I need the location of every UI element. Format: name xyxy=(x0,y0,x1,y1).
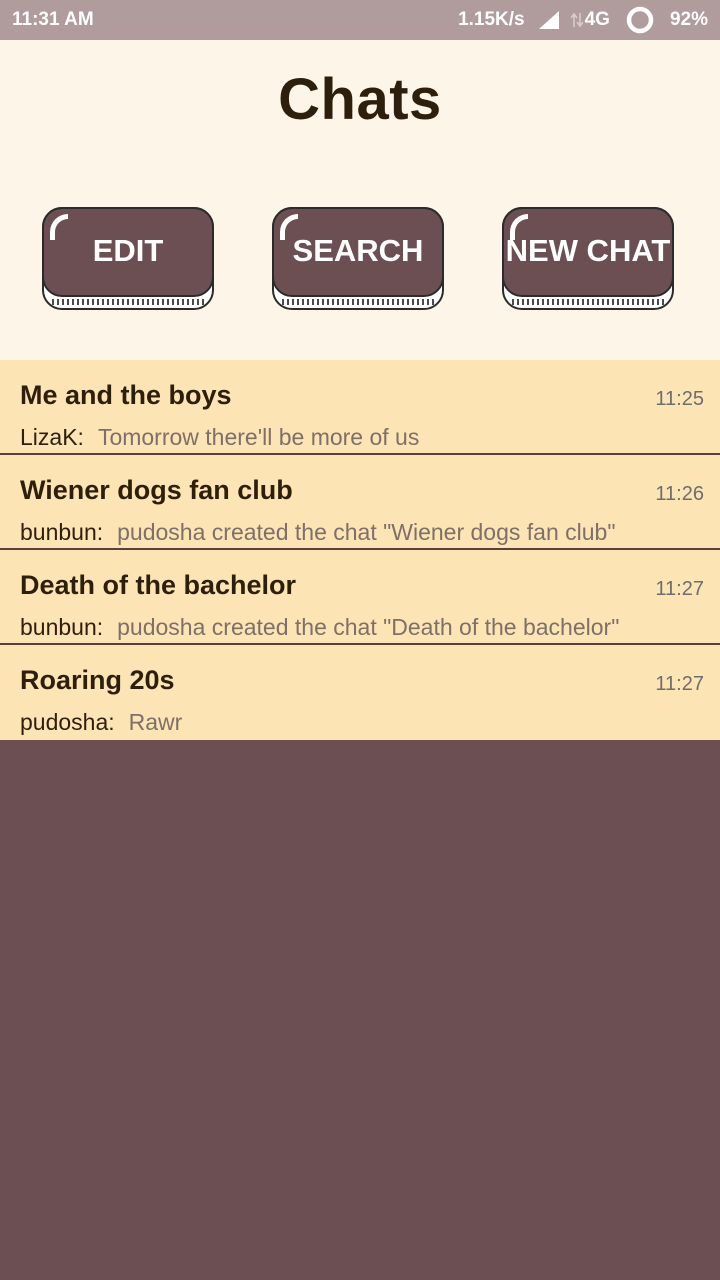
chat-preview: bunbun: pudosha created the chat "Death o… xyxy=(20,614,619,641)
chat-message: pudosha created the chat "Death of the b… xyxy=(117,614,620,640)
chat-preview: bunbun: pudosha created the chat "Wiener … xyxy=(20,519,616,546)
chat-sender: LizaK: xyxy=(20,424,84,450)
search-button[interactable]: SEARCH xyxy=(272,207,444,310)
search-button-label: SEARCH xyxy=(292,233,424,268)
network-speed: 1.15K/s xyxy=(458,9,525,30)
chat-time: 11:27 xyxy=(655,578,704,600)
chat-name: Death of the bachelor xyxy=(20,570,297,600)
chat-list: Me and the boys 11:25 LizaK: Tomorrow the… xyxy=(0,360,720,740)
chat-time: 11:25 xyxy=(655,388,704,410)
chat-list-item[interactable]: Death of the bachelor 11:27 bunbun: pudos… xyxy=(0,550,720,645)
chat-sender: bunbun: xyxy=(20,519,104,545)
new-chat-button-label: NEW CHAT xyxy=(505,233,671,268)
signal-icon xyxy=(538,11,559,29)
edit-button-label: EDIT xyxy=(92,233,164,268)
status-indicators: 1.15K/s 4G 92% xyxy=(458,0,708,40)
chat-time: 11:26 xyxy=(655,483,704,505)
chat-time: 11:27 xyxy=(655,673,704,695)
chat-message: pudosha created the chat "Wiener dogs fa… xyxy=(117,519,616,545)
edit-button[interactable]: EDIT xyxy=(42,207,214,310)
status-bar: 11:31 AM 1.15K/s 4G 92% xyxy=(0,0,720,40)
battery-icon xyxy=(626,6,654,34)
page-title: Chats xyxy=(278,67,442,132)
battery-level: 92% xyxy=(669,9,708,30)
chat-list-item[interactable]: Wiener dogs fan club 11:26 bunbun: pudosh… xyxy=(0,455,720,550)
chat-name: Me and the boys xyxy=(20,380,232,410)
chat-name: Roaring 20s xyxy=(20,665,175,695)
network-type: 4G xyxy=(584,9,610,30)
chat-sender: bunbun: xyxy=(20,614,104,640)
new-chat-button[interactable]: NEW CHAT xyxy=(502,207,674,310)
chats-header: Chats EDIT SEARCH NEW CHAT xyxy=(0,40,720,360)
chat-preview: LizaK: Tomorrow there'll be more of us xyxy=(20,424,419,451)
status-time: 11:31 AM xyxy=(12,9,94,30)
chat-message: Tomorrow there'll be more of us xyxy=(97,424,420,450)
chat-list-item[interactable]: Me and the boys 11:25 LizaK: Tomorrow the… xyxy=(0,360,720,455)
chat-list-item[interactable]: Roaring 20s 11:27 pudosha: Rawr xyxy=(0,645,720,740)
chat-message: Rawr xyxy=(128,709,183,735)
chat-sender: pudosha: xyxy=(20,709,115,735)
chat-preview: pudosha: Rawr xyxy=(20,709,182,736)
chat-name: Wiener dogs fan club xyxy=(20,475,293,505)
data-arrows-icon xyxy=(570,11,583,29)
